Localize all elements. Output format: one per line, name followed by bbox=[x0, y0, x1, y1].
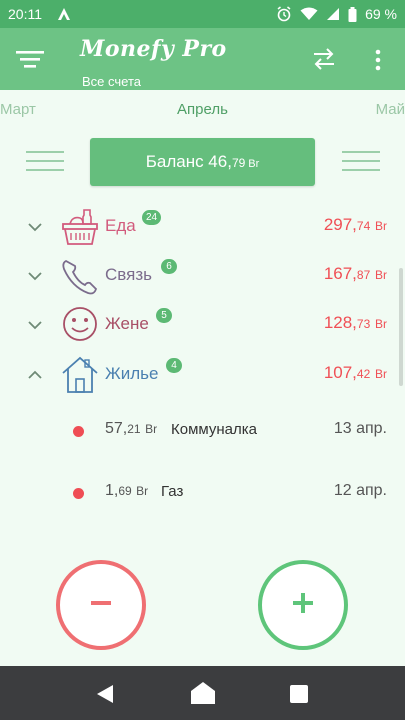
category-row-wife[interactable]: Жене 5 128,73 Br bbox=[0, 300, 405, 350]
transaction-row[interactable]: 57,21 Br Коммуналка 13 апр. bbox=[0, 411, 405, 451]
category-name: Еда bbox=[105, 216, 136, 235]
category-name: Связь bbox=[105, 265, 152, 284]
more-vert-icon[interactable] bbox=[366, 48, 390, 72]
app-notification-icon bbox=[56, 7, 72, 21]
month-prev[interactable]: Март bbox=[0, 101, 36, 118]
signal-icon bbox=[326, 7, 340, 21]
category-row-food[interactable]: Еда 24 297,74 Br bbox=[0, 202, 405, 252]
transaction-note: Газ bbox=[161, 483, 184, 500]
transaction-date: 12 апр. bbox=[333, 482, 387, 499]
month-current: Апрель bbox=[177, 101, 228, 118]
transfer-icon[interactable] bbox=[310, 46, 338, 72]
category-count-badge: 4 bbox=[166, 358, 182, 373]
back-icon[interactable] bbox=[94, 683, 116, 705]
transaction-row[interactable]: 1,69 Br Газ 12 апр. bbox=[0, 473, 405, 513]
recent-apps-icon[interactable] bbox=[289, 684, 309, 704]
menu-icon[interactable] bbox=[16, 48, 46, 70]
status-time: 20:11 bbox=[8, 6, 42, 22]
chevron-down-icon[interactable] bbox=[26, 267, 44, 285]
house-icon bbox=[60, 354, 100, 394]
plus-icon bbox=[291, 591, 315, 620]
home-icon[interactable] bbox=[190, 680, 216, 706]
category-count-badge: 5 bbox=[156, 308, 172, 323]
chevron-down-icon[interactable] bbox=[26, 316, 44, 334]
category-name: Жилье bbox=[105, 364, 159, 383]
minus-icon bbox=[89, 591, 113, 620]
app-title: Monefy Pro bbox=[80, 36, 227, 62]
expense-dot bbox=[73, 426, 84, 437]
expense-list-icon[interactable] bbox=[26, 150, 64, 172]
basket-icon bbox=[60, 206, 100, 246]
add-income-button[interactable] bbox=[258, 560, 348, 650]
category-row-communication[interactable]: Связь 6 167,87 Br bbox=[0, 251, 405, 301]
transaction-amount: 1,69 Br bbox=[105, 482, 149, 499]
month-next[interactable]: Май bbox=[376, 101, 405, 118]
balance-decimals: 79 bbox=[231, 156, 246, 170]
category-amount: 128,73 Br bbox=[323, 313, 387, 332]
battery-level: 69 % bbox=[365, 6, 397, 22]
category-count-badge: 6 bbox=[161, 259, 177, 274]
balance-currency: Br bbox=[248, 158, 260, 170]
add-expense-button[interactable] bbox=[56, 560, 146, 650]
scrollbar[interactable] bbox=[399, 268, 403, 386]
battery-icon bbox=[348, 6, 357, 22]
alarm-icon bbox=[276, 6, 292, 22]
category-amount: 297,74 Br bbox=[323, 215, 387, 234]
chevron-up-icon[interactable] bbox=[26, 366, 44, 384]
balance-amount: Баланс 46, bbox=[145, 152, 232, 171]
transaction-amount: 57,21 Br bbox=[105, 420, 158, 437]
smile-icon bbox=[60, 304, 100, 344]
balance-button[interactable]: Баланс 46, 79 Br bbox=[90, 138, 315, 186]
category-count-badge: 24 bbox=[142, 210, 162, 225]
income-list-icon[interactable] bbox=[342, 150, 380, 172]
month-selector: Апрель Март Май bbox=[0, 90, 405, 128]
transaction-note: Коммуналка bbox=[171, 421, 257, 438]
navigation-bar bbox=[0, 666, 405, 720]
chevron-down-icon[interactable] bbox=[26, 218, 44, 236]
phone-icon bbox=[60, 255, 100, 295]
expense-dot bbox=[73, 488, 84, 499]
account-selector[interactable]: Все счета bbox=[82, 74, 141, 89]
category-row-housing[interactable]: Жилье 4 107,42 Br bbox=[0, 350, 405, 400]
category-name: Жене bbox=[105, 314, 149, 333]
transaction-date: 13 апр. bbox=[333, 420, 387, 437]
status-bar: 20:11 69 % bbox=[0, 0, 405, 28]
app-bar: Monefy Pro Все счета bbox=[0, 28, 405, 90]
wifi-icon bbox=[300, 7, 318, 21]
category-amount: 107,42 Br bbox=[323, 363, 387, 382]
category-amount: 167,87 Br bbox=[323, 264, 387, 283]
